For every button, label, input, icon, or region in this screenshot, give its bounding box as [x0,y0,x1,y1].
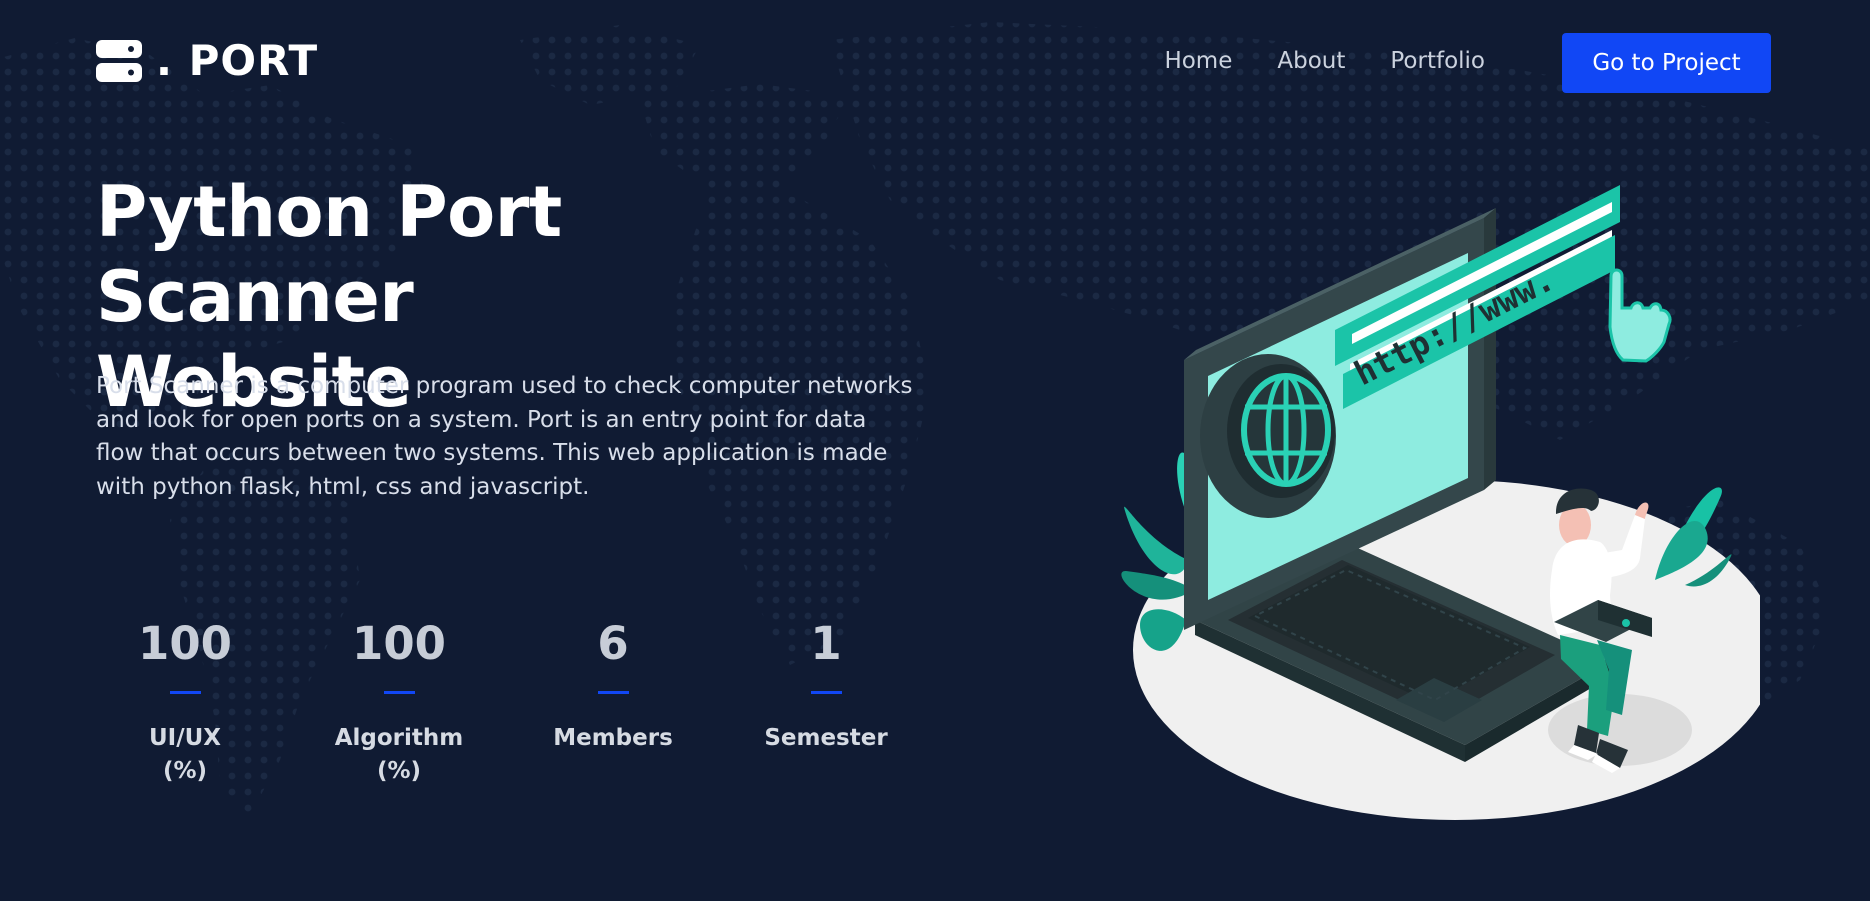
hero-title-line-1: Python Port Scanner [96,171,562,338]
stat-algorithm: 100 Algorithm (%) [309,618,489,788]
go-to-project-button[interactable]: Go to Project [1562,33,1771,93]
stat-ui-ux: 100 UI/UX (%) [95,618,275,788]
stat-value: 1 [810,617,842,670]
stat-label-line-1: UI/UX [148,725,222,751]
logo-link[interactable]: . PORT [96,40,318,82]
stat-label-line-1: Semester [764,725,888,751]
laptop-browser-illustration: http://www. [1121,185,1760,820]
logo-text: . PORT [156,36,319,85]
server-icon [96,40,142,82]
stat-divider [810,691,842,694]
globe-icon [1200,354,1336,518]
hero-description: Port Scanner is a computer program used … [96,373,913,500]
nav-link-about[interactable]: About [1277,48,1345,74]
stat-divider [383,691,415,694]
stat-label-line-1: Members [553,725,673,751]
stat-value: 100 [138,617,232,670]
stat-value: 6 [597,617,629,670]
stat-semester: 1 Semester [736,618,916,755]
stat-label-line-1: Algorithm [334,725,464,751]
nav-links: Home About Portfolio [1164,48,1485,74]
stats-row: 100 UI/UX (%) 100 Algorithm (%) 6 Member… [0,618,960,798]
nav-link-home[interactable]: Home [1164,48,1232,74]
page: . PORT Home About Portfolio Go to Projec… [0,0,1870,901]
navbar: . PORT Home About Portfolio Go to Projec… [0,0,1870,126]
stat-divider [597,691,629,694]
stat-value: 100 [352,617,446,670]
stat-label-line-2: (%) [376,758,422,784]
stat-members: 6 Members [523,618,703,755]
stat-divider [169,691,201,694]
nav-link-portfolio[interactable]: Portfolio [1390,48,1485,74]
pointer-hand-icon [1608,268,1672,363]
stat-label-line-2: (%) [162,758,208,784]
